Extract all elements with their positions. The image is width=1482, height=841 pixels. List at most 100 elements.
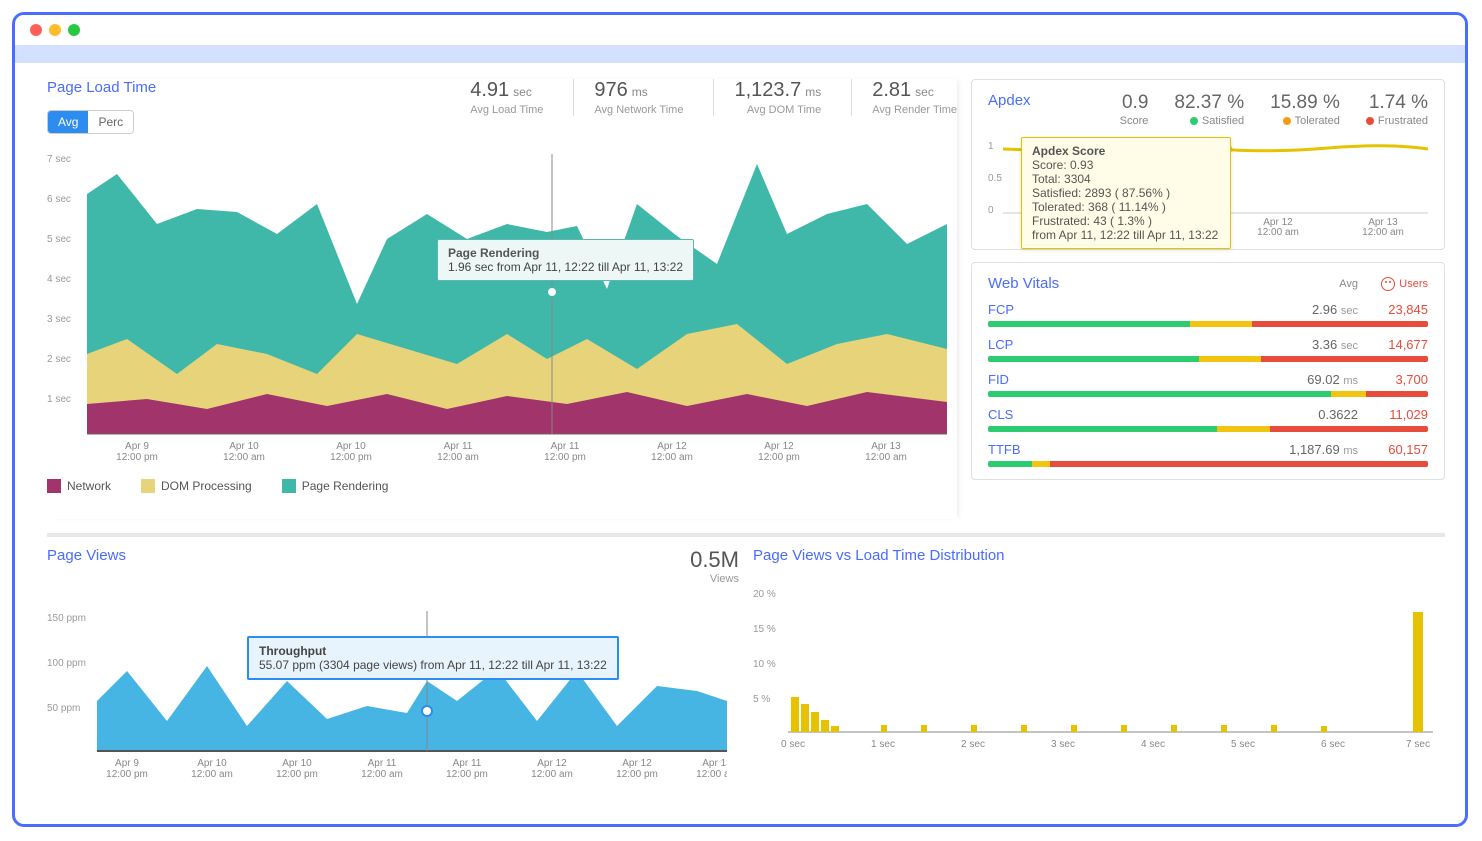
vital-bar — [988, 426, 1428, 432]
legend-swatch-network — [47, 479, 61, 493]
web-vitals-title: Web Vitals — [988, 275, 1288, 292]
maximize-icon[interactable] — [68, 24, 80, 36]
svg-text:5 sec: 5 sec — [47, 234, 71, 245]
svg-text:12:00 am: 12:00 am — [651, 452, 693, 463]
svg-text:6 sec: 6 sec — [47, 194, 71, 205]
apdex-frustrated-value: 1.74 % — [1366, 92, 1428, 114]
svg-text:Apr 12: Apr 12 — [537, 758, 567, 769]
window-titlebar — [15, 15, 1465, 45]
svg-text:2 sec: 2 sec — [961, 739, 985, 750]
svg-text:12:00 am: 12:00 am — [1257, 227, 1299, 237]
avg-render-time-value: 2.81 — [872, 79, 911, 102]
page-views-title: Page Views — [47, 547, 126, 564]
legend-swatch-dom — [141, 479, 155, 493]
dot-red-icon — [1366, 117, 1374, 125]
page-views-value: 0.5M — [690, 547, 739, 573]
distribution-panel: Page Views vs Load Time Distribution 20 … — [753, 547, 1445, 824]
vital-bar — [988, 391, 1428, 397]
header-band — [15, 45, 1465, 63]
vital-row-ttfb[interactable]: TTFB 1,187.69 ms 60,157 — [988, 442, 1428, 467]
svg-text:12:00 am: 12:00 am — [361, 769, 403, 780]
close-icon[interactable] — [30, 24, 42, 36]
svg-text:Apr 10: Apr 10 — [336, 441, 366, 452]
vital-row-cls[interactable]: CLS 0.3622 11,029 — [988, 407, 1428, 432]
svg-text:12:00 pm: 12:00 pm — [116, 452, 158, 463]
svg-text:0.5: 0.5 — [988, 173, 1002, 184]
svg-text:12:00 am: 12:00 am — [531, 769, 573, 780]
vitals-col-users: Users — [1358, 277, 1428, 291]
page-load-legend: Network DOM Processing Page Rendering — [47, 479, 957, 493]
legend-swatch-render — [282, 479, 296, 493]
toggle-perc[interactable]: Perc — [88, 111, 133, 133]
svg-text:1 sec: 1 sec — [871, 739, 895, 750]
svg-text:Apr 11: Apr 11 — [453, 758, 482, 769]
svg-text:7 sec: 7 sec — [47, 154, 71, 165]
apdex-tolerated-value: 15.89 % — [1270, 92, 1340, 114]
page-load-time-title: Page Load Time — [47, 79, 156, 96]
svg-text:Apr 12: Apr 12 — [764, 441, 794, 452]
apdex-chart[interactable]: 1 0.5 0 Apr 1212:00 am Apr 1312:00 am Ap… — [988, 137, 1428, 237]
apdex-tooltip: Apdex Score Score: 0.93 Total: 3304 Sati… — [1021, 137, 1231, 249]
vital-bar — [988, 356, 1428, 362]
minimize-icon[interactable] — [49, 24, 61, 36]
vital-row-lcp[interactable]: LCP 3.36 sec 14,677 — [988, 337, 1428, 362]
svg-text:12:00 am: 12:00 am — [696, 769, 727, 780]
page-views-chart[interactable]: 150 ppm100 ppm50 ppm Apr 912:00 pm Apr 1… — [47, 591, 739, 786]
dot-orange-icon — [1283, 117, 1291, 125]
page-load-stats: 4.91secAvg Load Time 976msAvg Network Ti… — [450, 79, 957, 116]
vital-bar — [988, 461, 1428, 467]
vital-row-fid[interactable]: FID 69.02 ms 3,700 — [988, 372, 1428, 397]
apdex-panel: Apdex 0.9Score 82.37 %Satisfied 15.89 %T… — [971, 79, 1445, 250]
svg-text:Apr 11: Apr 11 — [444, 441, 473, 452]
svg-text:12:00 am: 12:00 am — [1362, 227, 1404, 237]
svg-text:12:00 pm: 12:00 pm — [758, 452, 800, 463]
page-views-tooltip: Throughput 55.07 ppm (3304 page views) f… — [247, 636, 619, 680]
svg-text:Apr 13: Apr 13 — [871, 441, 901, 452]
svg-text:Apr 10: Apr 10 — [229, 441, 259, 452]
web-vitals-panel: Web Vitals Avg Users FCP 2.96 sec 23,845… — [971, 262, 1445, 480]
svg-text:5 %: 5 % — [753, 694, 770, 705]
svg-text:7 sec: 7 sec — [1406, 739, 1430, 750]
svg-text:5 sec: 5 sec — [1231, 739, 1255, 750]
page-load-tooltip: Page Rendering 1.96 sec from Apr 11, 12:… — [437, 239, 694, 281]
svg-text:Apr 13: Apr 13 — [702, 758, 727, 769]
vitals-col-avg: Avg — [1288, 278, 1358, 290]
svg-text:3 sec: 3 sec — [47, 314, 71, 325]
app-window: Page Load Time Avg Perc 4.91secAvg Load … — [12, 12, 1468, 827]
vital-bar — [988, 321, 1428, 327]
avg-dom-time-value: 1,123.7 — [734, 79, 801, 102]
dot-green-icon — [1190, 117, 1198, 125]
svg-text:12:00 pm: 12:00 pm — [330, 452, 372, 463]
svg-text:12:00 pm: 12:00 pm — [616, 769, 658, 780]
svg-text:12:00 am: 12:00 am — [437, 452, 479, 463]
page-load-time-panel: Page Load Time Avg Perc 4.91secAvg Load … — [47, 79, 957, 519]
svg-text:Apr 9: Apr 9 — [115, 758, 139, 769]
svg-text:Apr 10: Apr 10 — [282, 758, 312, 769]
svg-text:2 sec: 2 sec — [47, 354, 71, 365]
svg-text:4 sec: 4 sec — [1141, 739, 1165, 750]
distribution-chart[interactable]: 20 % 15 % 10 % 5 % — [753, 572, 1445, 777]
svg-text:20 %: 20 % — [753, 589, 776, 600]
svg-text:Apr 12: Apr 12 — [622, 758, 652, 769]
svg-text:12:00 am: 12:00 am — [191, 769, 233, 780]
toggle-avg[interactable]: Avg — [48, 111, 88, 133]
svg-text:12:00 pm: 12:00 pm — [106, 769, 148, 780]
avg-network-time-value: 976 — [594, 79, 627, 102]
svg-text:15 %: 15 % — [753, 624, 776, 635]
svg-text:12:00 am: 12:00 am — [223, 452, 265, 463]
svg-text:1: 1 — [988, 141, 994, 152]
svg-text:12:00 pm: 12:00 pm — [276, 769, 318, 780]
svg-text:Apr 12: Apr 12 — [657, 441, 687, 452]
svg-text:0 sec: 0 sec — [781, 739, 805, 750]
svg-text:12:00 am: 12:00 am — [865, 452, 907, 463]
svg-text:Apr 11: Apr 11 — [551, 441, 580, 452]
svg-text:3 sec: 3 sec — [1051, 739, 1075, 750]
page-load-chart[interactable]: 7 sec6 sec5 sec 4 sec3 sec2 sec1 sec Apr… — [47, 144, 957, 469]
svg-text:Apr 10: Apr 10 — [197, 758, 227, 769]
sad-face-icon — [1381, 277, 1395, 291]
apdex-satisfied-value: 82.37 % — [1174, 92, 1244, 114]
distribution-title: Page Views vs Load Time Distribution — [753, 547, 1445, 564]
svg-text:10 %: 10 % — [753, 659, 776, 670]
apdex-score-value: 0.9 — [1120, 92, 1149, 114]
vital-row-fcp[interactable]: FCP 2.96 sec 23,845 — [988, 302, 1428, 327]
